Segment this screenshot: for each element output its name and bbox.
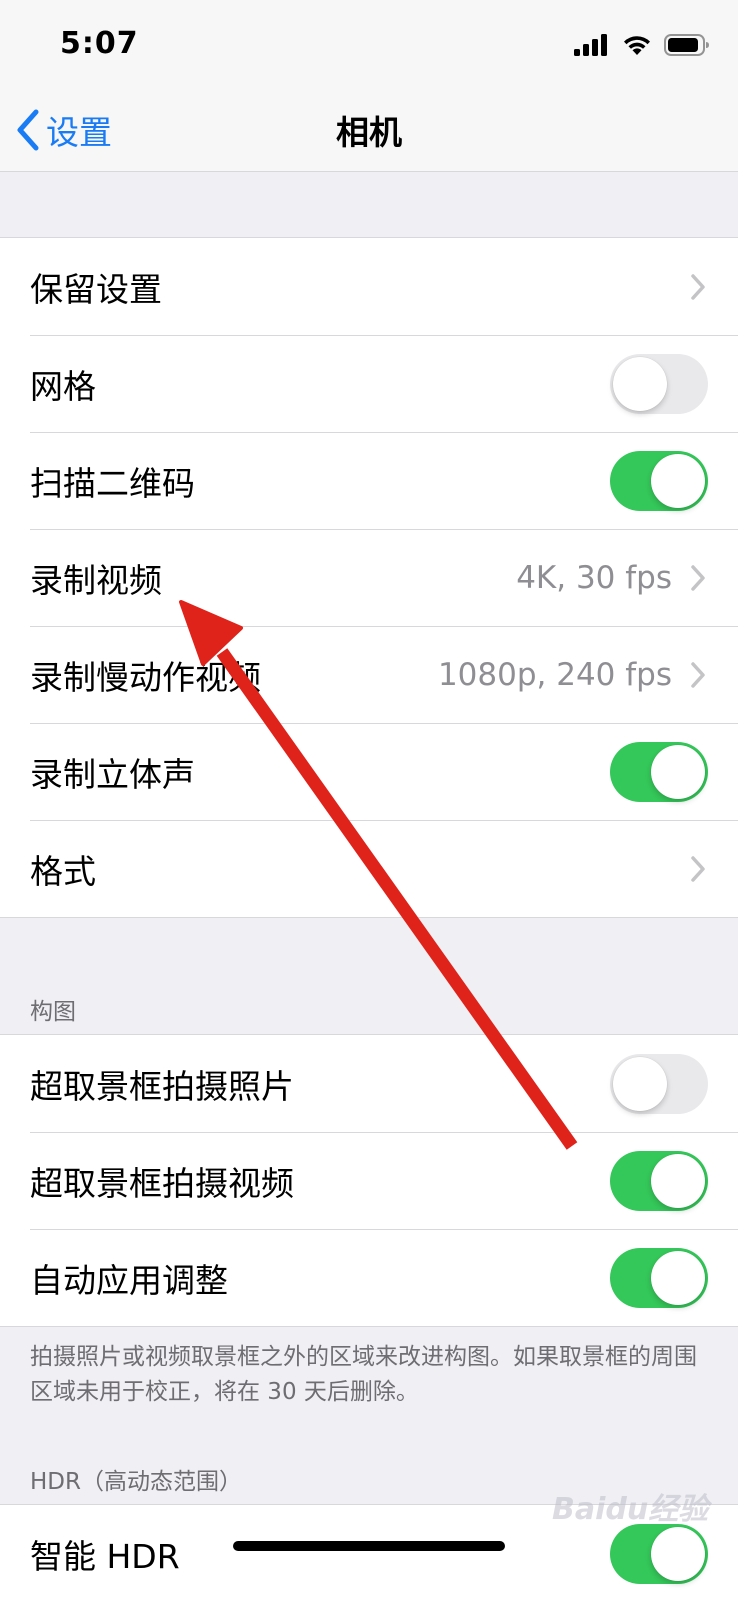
row-preserve-settings[interactable]: 保留设置 — [0, 238, 738, 335]
smart-hdr-toggle[interactable] — [610, 1523, 708, 1584]
row-label: 智能 HDR — [30, 1536, 180, 1576]
chevron-right-icon — [691, 273, 705, 300]
section-header-composition: 构图 — [30, 999, 76, 1025]
chevron-right-icon — [691, 564, 705, 591]
status-icons — [574, 30, 710, 60]
stereo-toggle[interactable] — [610, 741, 708, 802]
row-label: 扫描二维码 — [30, 463, 195, 503]
row-label: 网格 — [30, 366, 96, 406]
row-label: 录制立体声 — [30, 754, 195, 794]
chevron-right-icon — [691, 661, 705, 688]
home-indicator[interactable] — [233, 1541, 505, 1551]
row-label: 超取景框拍摄照片 — [30, 1066, 294, 1106]
settings-group-composition: 超取景框拍摄照片 超取景框拍摄视频 自动应用调整 — [0, 1034, 738, 1327]
section-header-hdr: HDR（高动态范围） — [30, 1469, 242, 1495]
video-outside-frame-toggle[interactable] — [610, 1150, 708, 1211]
chevron-right-icon — [691, 855, 705, 882]
row-scan-qr[interactable]: 扫描二维码 — [0, 432, 738, 529]
page-title: 相机 — [336, 113, 402, 152]
row-record-video[interactable]: 录制视频 4K, 30 fps — [0, 529, 738, 626]
status-bar: 5:07 — [0, 0, 738, 88]
row-label: 录制视频 — [30, 560, 162, 600]
row-value: 4K, 30 fps — [516, 559, 672, 596]
settings-group-main: 保留设置 网格 扫描二维码 录制视频 4K, 30 fps 录制慢动作视频 10… — [0, 237, 738, 918]
row-label: 录制慢动作视频 — [30, 657, 261, 697]
grid-toggle[interactable] — [610, 353, 708, 414]
wifi-icon — [624, 36, 650, 55]
row-video-outside-frame[interactable]: 超取景框拍摄视频 — [0, 1132, 738, 1229]
signal-icon — [574, 34, 607, 56]
row-value: 1080p, 240 fps — [437, 656, 672, 693]
composition-footer-note: 拍摄照片或视频取景框之外的区域来改进构图。如果取景框的周围区域未用于校正，将在 … — [30, 1344, 697, 1405]
nav-bar: 设置 相机 — [0, 88, 738, 172]
auto-apply-toggle[interactable] — [610, 1247, 708, 1308]
watermark: Baidu经验 — [552, 1492, 709, 1527]
row-grid[interactable]: 网格 — [0, 335, 738, 432]
row-label: 格式 — [30, 851, 96, 891]
status-time: 5:07 — [60, 26, 139, 61]
row-label: 超取景框拍摄视频 — [30, 1163, 294, 1203]
row-label: 自动应用调整 — [30, 1260, 228, 1300]
row-label: 保留设置 — [30, 269, 162, 309]
battery-icon — [664, 34, 709, 56]
row-record-slomo[interactable]: 录制慢动作视频 1080p, 240 fps — [0, 626, 738, 723]
photo-outside-frame-toggle[interactable] — [610, 1053, 708, 1114]
row-photo-outside-frame[interactable]: 超取景框拍摄照片 — [0, 1035, 738, 1132]
scan-qr-toggle[interactable] — [610, 450, 708, 511]
row-format[interactable]: 格式 — [0, 820, 738, 917]
row-record-stereo[interactable]: 录制立体声 — [0, 723, 738, 820]
row-auto-apply-adjustments[interactable]: 自动应用调整 — [0, 1229, 738, 1326]
